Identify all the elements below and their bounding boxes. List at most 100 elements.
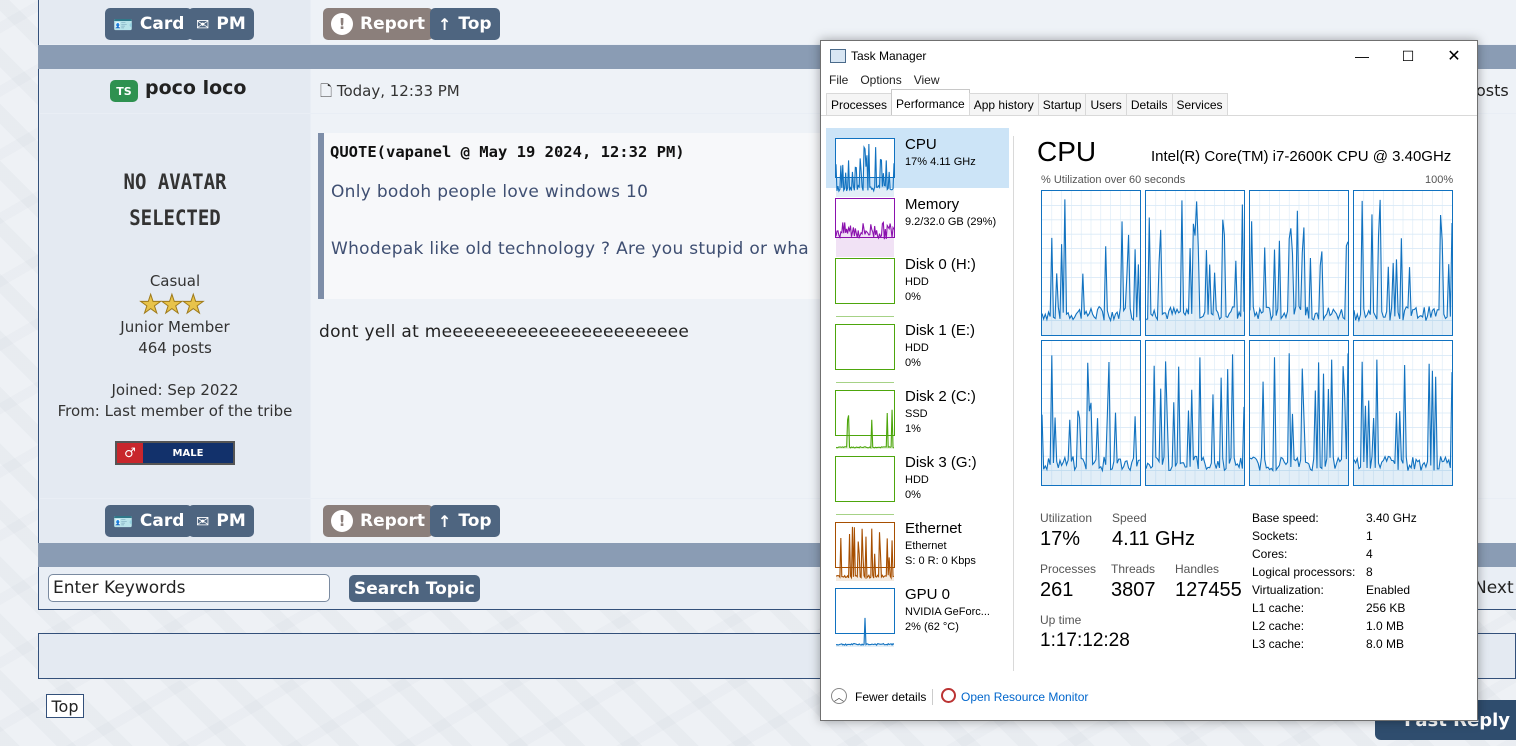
sidebar-item-gpu0[interactable]: GPU 0 NVIDIA GeForc... 2% (62 °C) [826, 578, 1009, 647]
chevron-up-icon[interactable]: ︿ [831, 688, 847, 704]
activity-graph [1146, 341, 1244, 485]
cpu-thumbnail-graph [835, 138, 895, 197]
utilization-label: Utilization [1040, 511, 1093, 525]
sidebar-item-disk2[interactable]: Disk 2 (C:) SSD 1% [826, 380, 1009, 449]
tab-app-history[interactable]: App history [968, 93, 1039, 115]
spec-label: L2 cache: [1252, 619, 1305, 633]
quote-line: Only bodoh people love windows 10 [331, 182, 649, 202]
activity-graph [1042, 341, 1140, 485]
spec-value: 1 [1366, 529, 1373, 543]
graph-max-label: 100% [1425, 174, 1454, 186]
speed-label: Speed [1112, 511, 1147, 525]
ethernet-thumbnail-graph [835, 522, 895, 581]
spec-value: 3.40 GHz [1366, 511, 1417, 525]
card-button-bottom[interactable]: 🪪 Card [105, 505, 193, 537]
card-button-top[interactable]: 🪪 Card [105, 8, 193, 40]
threads-label: Threads [1111, 562, 1156, 576]
disk2-thumbnail-graph [835, 390, 895, 449]
gpu-thumbnail-graph [835, 588, 895, 647]
topic-starter-badge: TS [110, 80, 138, 102]
speed-value: 4.11 GHz [1112, 528, 1195, 550]
exclamation-icon: ! [331, 13, 353, 35]
disk0-thumbnail-graph [835, 258, 895, 304]
sidebar-item-disk1[interactable]: Disk 1 (E:) HDD 0% [826, 314, 1009, 380]
gender-badge: ♂ MALE [115, 441, 235, 465]
spec-value: 1.0 MB [1366, 619, 1405, 633]
footer: ︿ Fewer details Open Resource Monitor [821, 681, 1477, 721]
arrow-up-icon: ↑ [438, 511, 452, 531]
tab-users[interactable]: Users [1085, 93, 1127, 115]
graph-line [836, 527, 894, 578]
fewer-details-link[interactable]: Fewer details [855, 690, 926, 704]
sidebar-item-disk3[interactable]: Disk 3 (G:) HDD 0% [826, 446, 1009, 512]
joined-date: Joined: Sep 2022 [111, 381, 239, 399]
activity-graph [1250, 341, 1348, 485]
cpu-core-graph [1249, 340, 1349, 486]
arrow-up-icon: ↑ [438, 14, 452, 34]
open-resource-monitor-link[interactable]: Open Resource Monitor [961, 690, 1088, 704]
tab-processes[interactable]: Processes [826, 93, 893, 115]
cpu-core-graph [1249, 190, 1349, 336]
spec-label: L3 cache: [1252, 637, 1305, 651]
disk1-thumbnail-graph [835, 324, 895, 370]
graph-line [836, 410, 894, 448]
user-location: From: Last member of the tribe [57, 402, 293, 420]
close-button[interactable]: ✕ [1431, 41, 1477, 71]
posts-fragment: osts [1476, 81, 1509, 100]
spec-value: 256 KB [1366, 601, 1406, 615]
tab-details[interactable]: Details [1125, 93, 1173, 115]
cpu-core-graph [1145, 190, 1245, 336]
top-link[interactable]: Top [46, 694, 84, 718]
pm-button-top[interactable]: ✉ PM [188, 8, 254, 40]
tab-services[interactable]: Services [1171, 93, 1228, 115]
sidebar-item-ethernet[interactable]: Ethernet Ethernet S: 0 R: 0 Kbps [826, 512, 1009, 581]
menu-view[interactable]: View [914, 73, 940, 87]
threads-value: 3807 [1111, 579, 1156, 601]
report-button-bottom[interactable]: ! Report [323, 505, 433, 537]
username-link[interactable]: poco loco [145, 77, 246, 99]
top-button-top[interactable]: ↑ Top [430, 8, 500, 40]
next-link-fragment[interactable]: Next [1474, 578, 1514, 598]
memory-thumbnail-graph [835, 198, 895, 257]
male-symbol-icon: ♂ [117, 443, 143, 463]
sidebar-item-cpu[interactable]: CPU 17% 4.11 GHz [826, 128, 1009, 197]
report-button-top[interactable]: ! Report [323, 8, 433, 40]
resource-monitor-icon [941, 688, 956, 703]
pm-button-bottom[interactable]: ✉ PM [188, 505, 254, 537]
spec-label: L1 cache: [1252, 601, 1305, 615]
handles-label: Handles [1175, 562, 1220, 576]
card-icon: 🪪 [113, 14, 133, 34]
spec-value: 8.0 MB [1366, 637, 1405, 651]
spec-label: Virtualization: [1252, 583, 1324, 597]
spec-label: Cores: [1252, 547, 1288, 561]
menu-options[interactable]: Options [860, 73, 901, 87]
sidebar-item-disk0[interactable]: Disk 0 (H:) HDD 0% [826, 248, 1009, 314]
quote-line: Whodepak like old technology ? Are you s… [331, 239, 810, 259]
post-date: 🗋 Today, 12:33 PM [320, 82, 460, 100]
activity-graph [1250, 191, 1348, 335]
uptime-label: Up time [1040, 613, 1082, 627]
cpu-model: Intel(R) Core(TM) i7-2600K CPU @ 3.40GHz [1151, 148, 1452, 165]
tab-performance[interactable]: Performance [891, 89, 970, 115]
title-bar[interactable]: Task Manager — ☐ ✕ [821, 41, 1477, 71]
activity-graph [836, 325, 894, 383]
spec-label: Sockets: [1252, 529, 1299, 543]
activity-graph [836, 523, 894, 581]
spec-value: Enabled [1366, 583, 1411, 597]
activity-graph [836, 259, 894, 317]
search-keywords-input[interactable]: Enter Keywords [48, 574, 330, 602]
minimize-button[interactable]: — [1339, 41, 1385, 71]
processes-value: 261 [1040, 579, 1074, 601]
task-manager-window: Task Manager — ☐ ✕ File Options View Pro… [820, 40, 1478, 721]
search-topic-button[interactable]: Search Topic [349, 575, 480, 602]
sidebar-item-memory[interactable]: Memory 9.2/32.0 GB (29%) [826, 188, 1009, 257]
graph-area [836, 409, 894, 449]
quote-header: QUOTE(vapanel @ May 19 2024, 12:32 PM) [330, 143, 685, 161]
maximize-button[interactable]: ☐ [1385, 41, 1431, 71]
cpu-core-graph [1041, 190, 1141, 336]
menu-file[interactable]: File [829, 73, 848, 87]
tab-startup[interactable]: Startup [1037, 93, 1087, 115]
document-icon: 🗋 [320, 82, 333, 100]
user-rank: Junior Member [120, 318, 230, 336]
top-button-bottom[interactable]: ↑ Top [430, 505, 500, 537]
